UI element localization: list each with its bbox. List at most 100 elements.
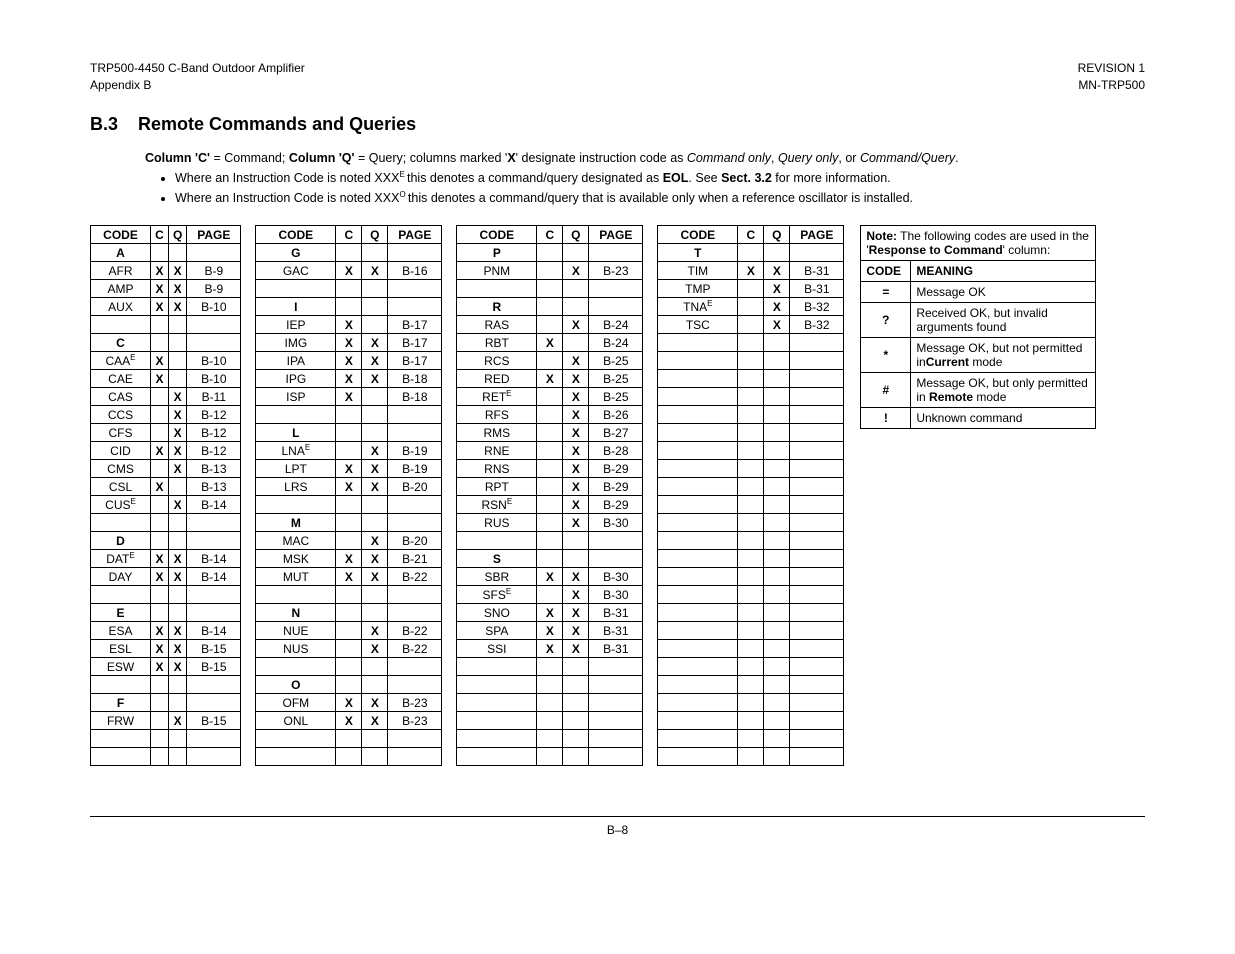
c-cell <box>738 496 764 514</box>
table-row: RSNEXB-29 <box>457 496 643 514</box>
c-cell: X <box>151 262 169 280</box>
table-row: SSIXXB-31 <box>457 640 643 658</box>
code-cell: G <box>256 244 336 262</box>
q-cell <box>169 586 187 604</box>
table-row: SFSEXB-30 <box>457 586 643 604</box>
code-cell: C <box>91 334 151 352</box>
q-cell: X <box>169 712 187 730</box>
table-row: AFRXXB-9 <box>91 262 241 280</box>
q-cell <box>362 406 388 424</box>
code-cell: RCS <box>457 352 537 370</box>
q-cell <box>764 334 790 352</box>
page-cell <box>187 334 241 352</box>
c-cell: X <box>537 640 563 658</box>
table-row: NUSXB-22 <box>256 640 442 658</box>
page-cell: B-32 <box>790 316 844 334</box>
code-cell: CCS <box>91 406 151 424</box>
code-cell <box>658 460 738 478</box>
q-cell: X <box>563 424 589 442</box>
q-cell: X <box>362 550 388 568</box>
code-cell <box>658 730 738 748</box>
c-cell <box>336 622 362 640</box>
page-cell: B-20 <box>388 478 442 496</box>
table-row: RNEXB-28 <box>457 442 643 460</box>
code-cell: TNAE <box>658 298 738 316</box>
code-cell: O <box>256 676 336 694</box>
code-cell <box>658 676 738 694</box>
c-cell <box>151 730 169 748</box>
code-cell: N <box>256 604 336 622</box>
table-header: PAGE <box>187 226 241 244</box>
table-row: CAEXB-10 <box>91 370 241 388</box>
c-cell: X <box>151 478 169 496</box>
intro-col-q: Column 'Q' <box>289 151 358 165</box>
code-cell <box>457 730 537 748</box>
table-row: S <box>457 550 643 568</box>
table-row: RASXB-24 <box>457 316 643 334</box>
code-cell <box>91 514 151 532</box>
q-cell: X <box>362 622 388 640</box>
code-cell: D <box>91 532 151 550</box>
page-cell: B-21 <box>388 550 442 568</box>
code-cell: NUE <box>256 622 336 640</box>
page-cell: B-11 <box>187 388 241 406</box>
q-cell: X <box>563 406 589 424</box>
page-cell <box>790 604 844 622</box>
intro-text: = Query; columns marked ' <box>358 151 507 165</box>
table-row <box>658 352 844 370</box>
c-cell <box>336 676 362 694</box>
q-cell <box>169 532 187 550</box>
c-cell <box>336 442 362 460</box>
code-cell: CAE <box>91 370 151 388</box>
code-cell: CAS <box>91 388 151 406</box>
c-cell: X <box>336 712 362 730</box>
page-cell <box>790 586 844 604</box>
q-cell: X <box>169 622 187 640</box>
page-cell <box>388 298 442 316</box>
page-cell <box>790 424 844 442</box>
table-row <box>658 460 844 478</box>
c-cell: X <box>151 298 169 316</box>
note-table-wrap: Note: The following codes are used in th… <box>860 225 1096 766</box>
q-cell: X <box>362 334 388 352</box>
q-cell: X <box>563 496 589 514</box>
header-title: TRP500-4450 C-Band Outdoor Amplifier <box>90 60 305 77</box>
c-cell <box>738 676 764 694</box>
c-cell <box>738 388 764 406</box>
c-cell <box>537 316 563 334</box>
table-row <box>91 514 241 532</box>
q-cell <box>169 244 187 262</box>
c-cell <box>738 514 764 532</box>
code-cell: DAY <box>91 568 151 586</box>
page-cell <box>388 496 442 514</box>
c-cell <box>738 244 764 262</box>
code-cell: IEP <box>256 316 336 334</box>
note-meaning-cell: Unknown command <box>911 408 1096 429</box>
q-cell <box>764 640 790 658</box>
table-row <box>658 532 844 550</box>
q-cell <box>563 532 589 550</box>
q-cell <box>563 694 589 712</box>
table-row <box>256 280 442 298</box>
page-cell: B-13 <box>187 478 241 496</box>
table-row: A <box>91 244 241 262</box>
code-cell: DATE <box>91 550 151 568</box>
page-cell <box>388 604 442 622</box>
table-row: LRSXXB-20 <box>256 478 442 496</box>
page-cell <box>589 676 643 694</box>
table-row: PNMXB-23 <box>457 262 643 280</box>
code-cell: OFM <box>256 694 336 712</box>
q-cell <box>169 676 187 694</box>
q-cell: X <box>362 712 388 730</box>
table-row: IPAXXB-17 <box>256 352 442 370</box>
footer-rule <box>90 816 1145 817</box>
c-cell <box>336 658 362 676</box>
q-cell <box>764 370 790 388</box>
table-row: C <box>91 334 241 352</box>
c-cell <box>738 298 764 316</box>
q-cell <box>563 298 589 316</box>
page-cell: B-15 <box>187 640 241 658</box>
q-cell: X <box>169 406 187 424</box>
q-cell <box>764 586 790 604</box>
table-row: RNSXB-29 <box>457 460 643 478</box>
